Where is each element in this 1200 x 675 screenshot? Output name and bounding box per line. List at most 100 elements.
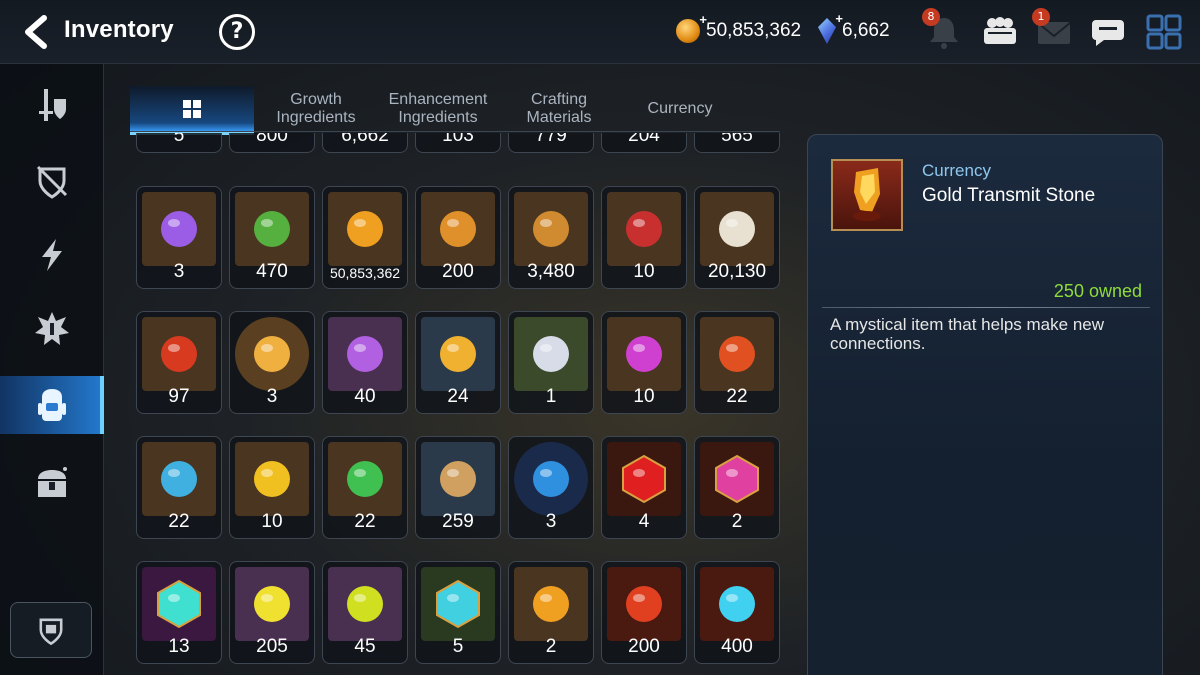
blue-rune-icon (142, 442, 216, 516)
item-detail-panel: Currency Gold Transmit Stone 250 owned A… (807, 134, 1163, 675)
item-slot[interactable]: 6,662 (322, 133, 408, 153)
backpack-icon (38, 389, 66, 421)
chevron-left-icon (25, 15, 47, 49)
item-quantity: 3 (266, 386, 278, 407)
item-slot[interactable]: 20,130 (694, 186, 780, 289)
yellow-rune-icon (235, 442, 309, 516)
item-slot[interactable]: 400 (694, 561, 780, 664)
item-slot[interactable]: 10 (601, 311, 687, 414)
fist-emblem-icon (514, 192, 588, 266)
item-slot[interactable]: 3,480 (508, 186, 594, 289)
chat-button[interactable] (1088, 12, 1128, 52)
item-slot[interactable]: 97 (136, 311, 222, 414)
sidebar-item-equipment[interactable] (0, 76, 104, 134)
purple-lotus-icon (328, 317, 402, 391)
item-slot[interactable]: 5 (415, 561, 501, 664)
sidebar-item-artifacts[interactable] (0, 300, 104, 358)
item-slot[interactable]: 800 (229, 133, 315, 153)
gold-coin-icon: + (676, 12, 707, 43)
item-quantity: 779 (535, 133, 567, 146)
item-slot[interactable]: 470 (229, 186, 315, 289)
stone-yellow-icon (235, 567, 309, 641)
friends-button[interactable] (980, 12, 1020, 52)
gold-currency[interactable]: + 50,853,362 (676, 12, 802, 46)
guild-button[interactable] (10, 602, 92, 658)
item-quantity: 1 (545, 386, 557, 407)
treasure-chest-icon (38, 467, 67, 497)
menu-button[interactable] (1144, 12, 1184, 52)
tab-enhancement-ingredients[interactable]: Enhancement Ingredients (378, 86, 498, 132)
item-slot[interactable]: 40 (322, 311, 408, 414)
item-slot[interactable]: 205 (229, 561, 315, 664)
red-rune-icon (700, 317, 774, 391)
item-slot[interactable]: 22 (322, 436, 408, 539)
item-quantity: 470 (256, 261, 288, 282)
item-slot[interactable]: 3 (229, 311, 315, 414)
tab-growth-ingredients[interactable]: Growth Ingredients (260, 86, 372, 132)
sidebar-item-protection[interactable] (0, 152, 104, 210)
item-quantity: 200 (628, 636, 660, 657)
guild-shield-icon (39, 618, 63, 646)
notifications-button[interactable]: 8 (922, 8, 964, 52)
item-slot[interactable]: 2 (508, 561, 594, 664)
detail-owned-count: 250 owned (1053, 281, 1142, 301)
item-quantity: 400 (721, 636, 753, 657)
purple-badge-icon (142, 192, 216, 266)
sidebar-item-items[interactable] (0, 376, 104, 434)
chat-icon (1092, 20, 1124, 46)
item-slot[interactable]: 2 (694, 436, 780, 539)
crystal-amount: 6,662 (842, 20, 890, 41)
item-quantity: 3 (173, 261, 185, 282)
page-title: Inventory (64, 16, 174, 43)
item-slot[interactable]: 4 (601, 436, 687, 539)
dark-stone-hex-icon (142, 567, 216, 641)
item-slot[interactable]: 259 (415, 436, 501, 539)
tab-crafting-materials[interactable]: Crafting Materials (500, 86, 618, 132)
gold-amount: 50,853,362 (706, 20, 802, 41)
item-slot[interactable]: 45 (322, 561, 408, 664)
sidebar (0, 64, 104, 675)
green-rune-icon (328, 442, 402, 516)
gold-lotus-icon (421, 317, 495, 391)
item-slot[interactable]: 3 (508, 436, 594, 539)
item-slot[interactable]: 13 (136, 561, 222, 664)
tab-all[interactable] (130, 86, 254, 132)
item-quantity: 2 (731, 511, 743, 532)
mail-button[interactable]: 1 (1032, 8, 1074, 52)
purple-rune-icon (607, 317, 681, 391)
item-slot[interactable]: 50,853,362 (322, 186, 408, 289)
sword-shield-icon (39, 89, 66, 121)
item-slot[interactable]: 779 (508, 133, 594, 153)
gold-emblem-icon (421, 192, 495, 266)
item-slot[interactable]: 3 (136, 186, 222, 289)
green-heart-icon (235, 192, 309, 266)
item-slot[interactable]: 10 (601, 186, 687, 289)
item-slot[interactable]: 204 (601, 133, 687, 153)
item-slot[interactable]: 5 (136, 133, 222, 153)
item-slot[interactable]: 103 (415, 133, 501, 153)
item-slot[interactable]: 1 (508, 311, 594, 414)
mail-badge: 1 (1032, 8, 1050, 26)
crystal-icon: + (818, 11, 843, 44)
sidebar-item-skills[interactable] (0, 226, 104, 284)
item-quantity: 6,662 (341, 133, 389, 146)
tab-currency[interactable]: Currency (620, 86, 740, 132)
item-quantity: 22 (726, 386, 748, 407)
item-slot[interactable]: 200 (601, 561, 687, 664)
help-button[interactable]: ? (219, 14, 255, 50)
item-slot[interactable]: 22 (136, 436, 222, 539)
sidebar-item-chests[interactable] (0, 454, 104, 512)
back-button[interactable] (18, 14, 52, 50)
red-gem-hex-icon (607, 442, 681, 516)
stone-yellow-2-icon (328, 567, 402, 641)
red-leaf-icon (142, 317, 216, 391)
item-slot[interactable]: 22 (694, 311, 780, 414)
item-slot[interactable]: 565 (694, 133, 780, 153)
crystal-currency[interactable]: + 6,662 (818, 11, 890, 46)
item-slot[interactable]: 10 (229, 436, 315, 539)
item-slot[interactable]: 24 (415, 311, 501, 414)
character-portrait-icon (235, 317, 309, 391)
item-grid[interactable]: 5 800 6,662 103 779 204 565 3 470 50,853,362 200 3,… (120, 133, 790, 675)
item-slot[interactable]: 200 (415, 186, 501, 289)
group-icon (984, 17, 1016, 44)
